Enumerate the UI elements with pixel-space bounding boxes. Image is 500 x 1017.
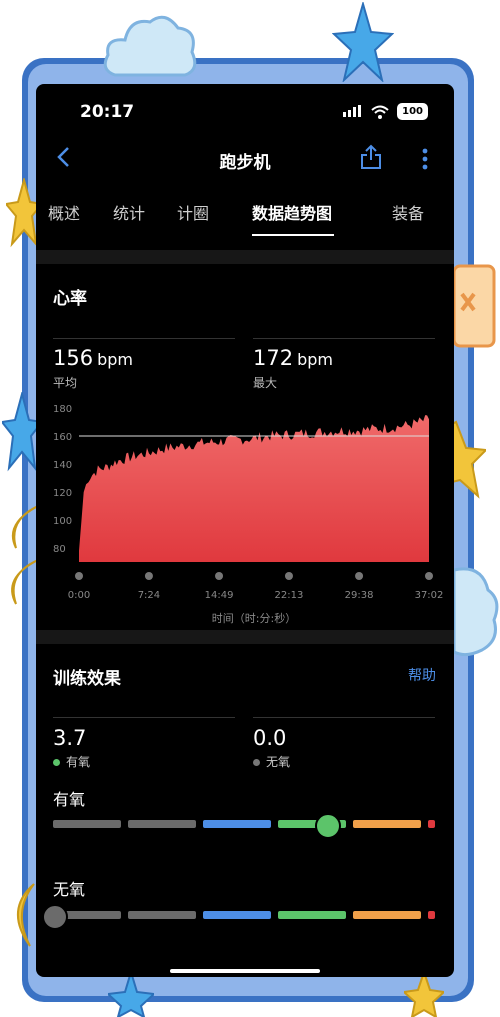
- scale-segment: [203, 911, 271, 919]
- aerobic-effect-label-row: 有氧: [53, 753, 90, 770]
- heart-rate-chart: 180 160 140 120 100 80 0:00 7:24 14:49 22:13 29:38…: [53, 404, 444, 625]
- x-tick-label: 14:49: [205, 590, 234, 601]
- y-tick-label: 120: [53, 488, 72, 499]
- divider-line: [53, 338, 235, 339]
- active-tab-indicator: [252, 234, 334, 236]
- aerobic-status-dot: [53, 759, 60, 766]
- phone-screen: 20:17 100 跑步机 概述 统计 计圈 数据趋势图 装备 心率 156 bp…: [36, 84, 454, 977]
- note-sticker-icon: [452, 264, 496, 348]
- avg-heart-rate: 156 bpm: [53, 346, 133, 370]
- heart-rate-area-series: [79, 415, 429, 562]
- tab-bar: 概述 统计 计圈 数据趋势图 装备: [36, 200, 454, 240]
- max-heart-rate-value: 172: [253, 346, 294, 370]
- star-sticker-icon: [452, 420, 486, 499]
- x-axis-label: 时间（时:分:秒）: [212, 611, 296, 625]
- x-tick-label: 0:00: [68, 590, 90, 601]
- x-tick-label: 22:13: [275, 590, 304, 601]
- anaerobic-effect-label-row: 无氧: [253, 753, 290, 770]
- aerobic-effect-label: 有氧: [66, 755, 91, 769]
- cloud-sticker-icon: [452, 567, 499, 657]
- x-tick-dot: [284, 572, 293, 580]
- x-tick-dot: [215, 572, 224, 580]
- scale-segment: [128, 820, 196, 828]
- divider-line: [53, 717, 235, 718]
- scale-segment: [353, 911, 421, 919]
- tab-laps[interactable]: 计圈: [177, 200, 209, 224]
- max-heart-rate-label: 最大: [253, 376, 278, 390]
- status-icons: 100: [343, 102, 428, 121]
- anaerobic-scale-title: 无氧: [53, 880, 86, 899]
- scale-level-knob: [314, 813, 341, 839]
- anaerobic-status-dot: [253, 759, 260, 766]
- page-title: 跑步机: [219, 153, 271, 173]
- training-effect-title: 训练效果: [53, 669, 121, 689]
- anaerobic-effect-scale: [42, 904, 437, 930]
- max-heart-rate: 172 bpm: [253, 346, 333, 370]
- x-tick-dot: [75, 572, 83, 580]
- anaerobic-effect-value: 0.0: [253, 726, 287, 750]
- avg-heart-rate-value: 156: [53, 346, 94, 370]
- more-options-icon[interactable]: [422, 148, 428, 170]
- star-sticker-icon: [404, 972, 444, 1017]
- section-divider: [36, 250, 454, 264]
- scale-segment: [428, 820, 435, 828]
- signal-icon: [343, 102, 363, 121]
- x-tick-label: 37:02: [415, 590, 444, 601]
- home-indicator: [170, 969, 320, 973]
- status-time: 20:17: [80, 102, 135, 122]
- star-sticker-icon: [108, 972, 154, 1017]
- scale-segment: [128, 911, 196, 919]
- y-tick-label: 160: [53, 432, 72, 443]
- aerobic-scale-title: 有氧: [53, 790, 86, 809]
- tab-stats[interactable]: 统计: [113, 200, 145, 224]
- scale-segment: [203, 820, 271, 828]
- max-heart-rate-unit: bpm: [297, 350, 333, 369]
- wifi-icon: [371, 105, 389, 119]
- x-tick-dot: [355, 572, 364, 580]
- y-tick-label: 80: [53, 544, 66, 555]
- x-tick-dot: [425, 572, 433, 580]
- anaerobic-effect-label: 无氧: [266, 755, 291, 769]
- scale-level-knob: [42, 904, 68, 930]
- divider-line: [253, 717, 435, 718]
- help-link[interactable]: 帮助: [408, 665, 436, 685]
- moon-sticker-icon: [11, 505, 39, 605]
- star-sticker-icon: [332, 2, 394, 82]
- aerobic-effect-scale: [53, 813, 437, 839]
- tab-overview[interactable]: 概述: [48, 200, 80, 224]
- x-tick-label: 7:24: [138, 590, 160, 601]
- y-tick-label: 140: [53, 460, 72, 471]
- tab-data-trends[interactable]: 数据趋势图: [252, 200, 332, 224]
- section-divider: [36, 630, 454, 644]
- battery-icon: 100: [397, 103, 428, 120]
- y-tick-label: 180: [53, 404, 72, 415]
- scale-segment: [278, 911, 346, 919]
- share-icon[interactable]: [360, 144, 382, 170]
- heart-rate-title: 心率: [53, 289, 87, 309]
- avg-heart-rate-unit: bpm: [97, 350, 133, 369]
- avg-heart-rate-label: 平均: [53, 376, 78, 390]
- aerobic-effect-value: 3.7: [53, 726, 87, 750]
- y-tick-label: 100: [53, 516, 72, 527]
- tab-gear[interactable]: 装备: [392, 200, 424, 224]
- scale-segment: [353, 820, 421, 828]
- scale-segment: [53, 820, 121, 828]
- cloud-sticker-icon: [103, 15, 197, 77]
- scale-segment: [428, 911, 435, 919]
- x-tick-dot: [144, 572, 153, 580]
- x-tick-label: 29:38: [345, 590, 374, 601]
- divider-line: [253, 338, 435, 339]
- moon-sticker-icon: [16, 883, 35, 947]
